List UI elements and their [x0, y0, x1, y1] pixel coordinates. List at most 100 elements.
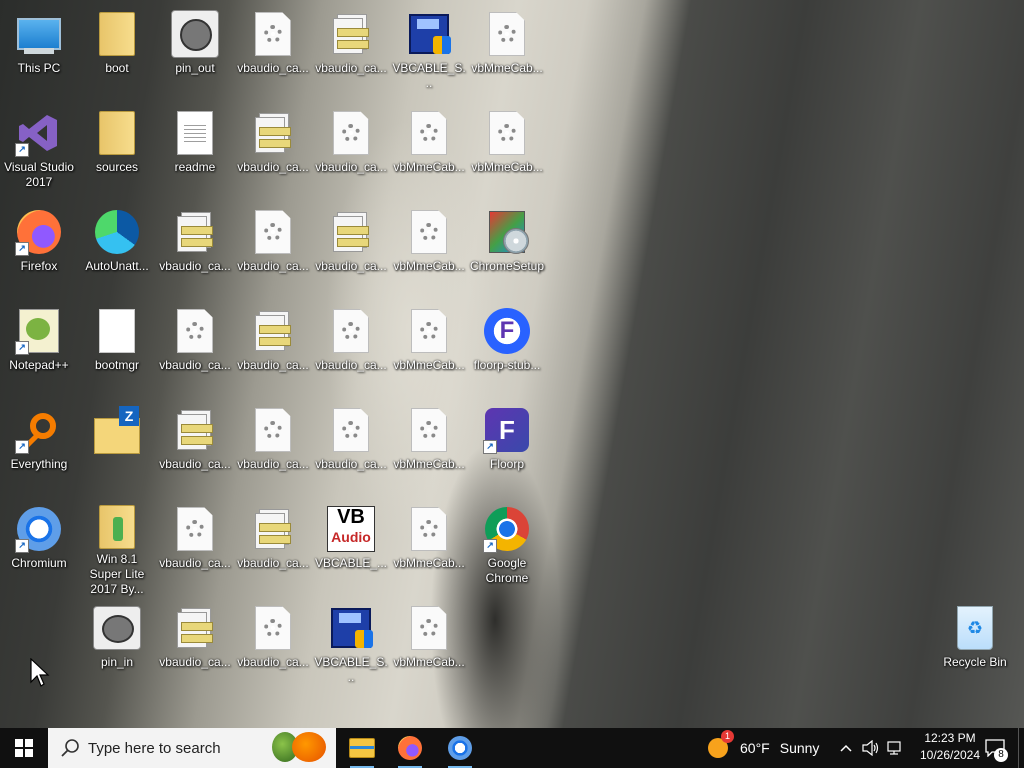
desktop-icon-vbaudio-settings[interactable]: vbaudio_ca...: [157, 303, 233, 395]
shortcut-arrow-icon: ↗: [15, 242, 29, 256]
desktop-icon-vbaudio-cab[interactable]: vbaudio_ca...: [313, 204, 389, 296]
desktop-icon-label: VBCABLE_S...: [314, 655, 388, 684]
desktop-icon-vbmmecable[interactable]: vbMmeCab...: [391, 600, 467, 692]
settings-file-icon: [327, 307, 375, 355]
desktop-icon-pin-in[interactable]: pin_in: [79, 600, 155, 692]
desktop-icon-vbaudio-cab[interactable]: vbaudio_ca...: [157, 600, 233, 692]
desktop-icon-autounattend[interactable]: AutoUnatt...: [79, 204, 155, 296]
settings-file-icon: [483, 109, 531, 157]
desktop[interactable]: This PC ↗ Visual Studio 2017 ↗ Firefox ↗…: [0, 0, 1024, 728]
desktop-icon-floorp-stub[interactable]: F floorp-stub...: [469, 303, 545, 395]
desktop-icon-vbmmecable[interactable]: vbMmeCab...: [391, 501, 467, 593]
computer-icon: [15, 10, 63, 58]
desktop-icon-vbcable-vbaudio[interactable]: VB Audio VBCABLE_...: [313, 501, 389, 593]
desktop-icon-label: This PC: [17, 61, 61, 75]
desktop-icon-vbaudio-cab[interactable]: vbaudio_ca...: [235, 105, 311, 197]
setup-installer-icon: [405, 10, 453, 58]
desktop-icon-vbaudio-cab[interactable]: vbaudio_ca...: [235, 501, 311, 593]
desktop-icon-label: vbaudio_ca...: [315, 259, 387, 273]
text-file-icon: [171, 109, 219, 157]
desktop-icon-recycle-bin[interactable]: ♻ Recycle Bin: [937, 600, 1013, 692]
notification-count-badge: 8: [994, 748, 1008, 762]
start-button[interactable]: [0, 728, 48, 768]
taskbar-chromium[interactable]: [436, 728, 484, 768]
desktop-icon-vbmmecable[interactable]: vbMmeCab...: [469, 6, 545, 98]
chromium-icon: [448, 736, 472, 760]
clock-date: 10/26/2024: [919, 748, 981, 762]
desktop-icon-vbaudio-settings[interactable]: vbaudio_ca...: [235, 600, 311, 692]
desktop-icon-vbaudio-settings[interactable]: vbaudio_ca...: [235, 204, 311, 296]
everything-search-icon: ↗: [15, 406, 63, 454]
cabinet-file-icon: [249, 109, 297, 157]
desktop-icon-vbmmecable[interactable]: vbMmeCab...: [469, 105, 545, 197]
desktop-icon-chromesetup[interactable]: ChromeSetup: [469, 204, 545, 296]
volume-button[interactable]: [860, 728, 882, 768]
desktop-icon-everything[interactable]: ↗ Everything: [1, 402, 77, 494]
desktop-icon-vbmmecable[interactable]: vbMmeCab...: [391, 204, 467, 296]
desktop-icon-vbaudio-cab[interactable]: vbaudio_ca...: [313, 6, 389, 98]
desktop-icon-vbaudio-settings[interactable]: vbaudio_ca...: [313, 303, 389, 395]
desktop-icon-bootmgr[interactable]: bootmgr: [79, 303, 155, 395]
desktop-icon-chromium[interactable]: ↗ Chromium: [1, 501, 77, 593]
desktop-icon-floorp[interactable]: F ↗ Floorp: [469, 402, 545, 494]
disk-drive-icon: [93, 604, 141, 652]
desktop-icon-vbcable-setup[interactable]: VBCABLE_S...: [313, 600, 389, 692]
desktop-icon-sources-folder[interactable]: sources: [79, 105, 155, 197]
notepad-plus-plus-icon: ↗: [15, 307, 63, 355]
desktop-icon-vbmmecable[interactable]: vbMmeCab...: [391, 105, 467, 197]
cabinet-file-icon: [327, 10, 375, 58]
desktop-icon-vbaudio-settings[interactable]: vbaudio_ca...: [313, 105, 389, 197]
visual-studio-icon: ↗: [15, 109, 63, 157]
desktop-icon-google-chrome[interactable]: ↗ Google Chrome: [469, 501, 545, 593]
settings-file-icon: [405, 208, 453, 256]
desktop-icon-pin-out[interactable]: pin_out: [157, 6, 233, 98]
desktop-icon-firefox[interactable]: ↗ Firefox: [1, 204, 77, 296]
desktop-icon-vbaudio-settings[interactable]: vbaudio_ca...: [313, 402, 389, 494]
desktop-icon-vbaudio-cab[interactable]: vbaudio_ca...: [235, 303, 311, 395]
weather-badge: 1: [721, 730, 734, 743]
show-desktop-button[interactable]: [1018, 728, 1024, 768]
desktop-icon-vbaudio-settings[interactable]: vbaudio_ca...: [235, 402, 311, 494]
network-button[interactable]: [884, 728, 906, 768]
taskbar-file-explorer[interactable]: [338, 728, 386, 768]
folder-icon: [93, 109, 141, 157]
desktop-icon-vbaudio-cab[interactable]: vbaudio_ca...: [157, 204, 233, 296]
taskbar-firefox[interactable]: [386, 728, 434, 768]
desktop-icon-label: vbaudio_ca...: [237, 655, 309, 669]
desktop-icon-label: AutoUnatt...: [85, 259, 149, 273]
desktop-icon-label: vbaudio_ca...: [315, 457, 387, 471]
cabinet-file-icon: [249, 307, 297, 355]
action-center-button[interactable]: 8: [980, 728, 1010, 768]
desktop-icon-label: vbaudio_ca...: [237, 457, 309, 471]
clock[interactable]: 12:23 PM 10/26/2024: [914, 730, 986, 764]
search-box[interactable]: Type here to search: [48, 728, 336, 768]
desktop-icon-this-pc[interactable]: This PC: [1, 6, 77, 98]
desktop-icon-readme[interactable]: readme: [157, 105, 233, 197]
cabinet-file-icon: [171, 406, 219, 454]
desktop-icon-visual-studio[interactable]: ↗ Visual Studio 2017: [1, 105, 77, 197]
weather-condition: Sunny: [779, 740, 820, 756]
desktop-icon-vbcable-setup[interactable]: VBCABLE_S...: [391, 6, 467, 98]
desktop-icon-label: vbaudio_ca...: [315, 160, 387, 174]
desktop-icon-zipped-folder[interactable]: Z: [79, 402, 155, 494]
desktop-icon-vbaudio-cab[interactable]: vbaudio_ca...: [157, 402, 233, 494]
desktop-icon-notepad-plus-plus[interactable]: ↗ Notepad++: [1, 303, 77, 395]
desktop-icon-label: vbMmeCab...: [393, 556, 465, 570]
desktop-icon-vbmmecable[interactable]: vbMmeCab...: [391, 402, 467, 494]
desktop-icon-win81-folder[interactable]: Win 8.1 Super Lite 2017 By...: [79, 501, 155, 596]
firefox-icon: ↗: [15, 208, 63, 256]
desktop-icon-vbmmecable[interactable]: vbMmeCab...: [391, 303, 467, 395]
show-hidden-icons-button[interactable]: [836, 728, 856, 768]
desktop-icon-vbaudio-settings[interactable]: vbaudio_ca...: [157, 501, 233, 593]
desktop-icon-label: vbaudio_ca...: [237, 160, 309, 174]
cabinet-file-icon: [249, 505, 297, 553]
desktop-icon-label: vbMmeCab...: [393, 655, 465, 669]
vb-audio-icon: VB Audio: [327, 505, 375, 553]
clock-time: 12:23 PM: [924, 731, 976, 745]
desktop-icon-label: vbMmeCab...: [471, 61, 543, 75]
desktop-icon-vbaudio-settings[interactable]: vbaudio_ca...: [235, 6, 311, 98]
desktop-icon-boot-folder[interactable]: boot: [79, 6, 155, 98]
folder-icon: [93, 10, 141, 58]
weather-widget[interactable]: 1 60°F Sunny: [708, 728, 828, 768]
desktop-icon-label: vbaudio_ca...: [159, 358, 231, 372]
